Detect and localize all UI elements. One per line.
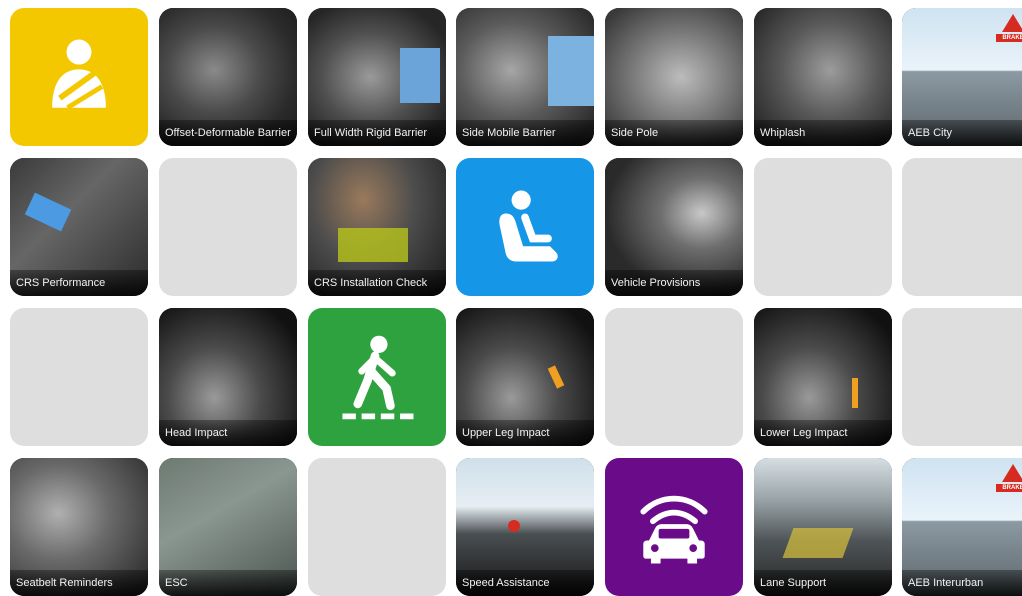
tile-label: ESC (159, 570, 297, 596)
tile-label: CRS Installation Check (308, 270, 446, 296)
tile-label: Lane Support (754, 570, 892, 596)
tile-label: Vehicle Provisions (605, 270, 743, 296)
test-tile-offset-deformable-barrier[interactable]: Offset-Deformable Barrier (159, 8, 297, 146)
pedestrian-icon (342, 335, 414, 420)
barrier-block (400, 48, 440, 103)
child-occupant-tile[interactable] (456, 158, 594, 296)
car-sensor-icon (640, 495, 708, 564)
test-tile-grid: Offset-Deformable Barrier Full Width Rig… (10, 8, 1022, 596)
tile-label: Upper Leg Impact (456, 420, 594, 446)
test-tile-seatbelt-reminders[interactable]: Seatbelt Reminders (10, 458, 148, 596)
test-tile-esc[interactable]: ESC (159, 458, 297, 596)
child-seat-icon (499, 190, 558, 262)
empty-tile (605, 308, 743, 446)
lane-highlight (782, 528, 854, 558)
tile-label: Seatbelt Reminders (10, 570, 148, 596)
brake-warning-icon: BRAKE (996, 464, 1022, 492)
tile-label: AEB Interurban (902, 570, 1022, 596)
impactor-marker (852, 378, 858, 408)
tile-label: CRS Performance (10, 270, 148, 296)
test-tile-crs-performance[interactable]: CRS Performance (10, 158, 148, 296)
test-tile-crs-installation-check[interactable]: CRS Installation Check (308, 158, 446, 296)
test-tile-whiplash[interactable]: Whiplash (754, 8, 892, 146)
test-tile-aeb-interurban[interactable]: BRAKE AEB Interurban (902, 458, 1022, 596)
empty-tile (308, 458, 446, 596)
test-tile-lower-leg-impact[interactable]: Lower Leg Impact (754, 308, 892, 446)
tile-label: AEB City (902, 120, 1022, 146)
empty-tile (10, 308, 148, 446)
test-tile-lane-support[interactable]: Lane Support (754, 458, 892, 596)
tile-label: Head Impact (159, 420, 297, 446)
brake-warning-icon: BRAKE (996, 14, 1022, 42)
test-tile-speed-assistance[interactable]: Speed Assistance (456, 458, 594, 596)
empty-tile (902, 158, 1022, 296)
test-tile-upper-leg-impact[interactable]: Upper Leg Impact (456, 308, 594, 446)
empty-tile (159, 158, 297, 296)
harness-marker (338, 228, 408, 262)
tile-label: Offset-Deformable Barrier (159, 120, 297, 146)
barrier-block (548, 36, 594, 106)
speed-sign-marker (508, 520, 520, 532)
test-tile-aeb-city[interactable]: BRAKE AEB City (902, 8, 1022, 146)
seatbelt-adult-icon (52, 39, 106, 110)
tile-label: Lower Leg Impact (754, 420, 892, 446)
tile-label: Side Pole (605, 120, 743, 146)
tile-label: Whiplash (754, 120, 892, 146)
pedestrian-tile[interactable] (308, 308, 446, 446)
tile-label: Speed Assistance (456, 570, 594, 596)
empty-tile (902, 308, 1022, 446)
test-tile-side-mobile-barrier[interactable]: Side Mobile Barrier (456, 8, 594, 146)
test-tile-full-width-rigid-barrier[interactable]: Full Width Rigid Barrier (308, 8, 446, 146)
tile-label: Full Width Rigid Barrier (308, 120, 446, 146)
adult-occupant-tile[interactable] (10, 8, 148, 146)
empty-tile (754, 158, 892, 296)
test-tile-side-pole[interactable]: Side Pole (605, 8, 743, 146)
safety-assist-tile[interactable] (605, 458, 743, 596)
tile-label: Side Mobile Barrier (456, 120, 594, 146)
test-tile-vehicle-provisions[interactable]: Vehicle Provisions (605, 158, 743, 296)
test-tile-head-impact[interactable]: Head Impact (159, 308, 297, 446)
